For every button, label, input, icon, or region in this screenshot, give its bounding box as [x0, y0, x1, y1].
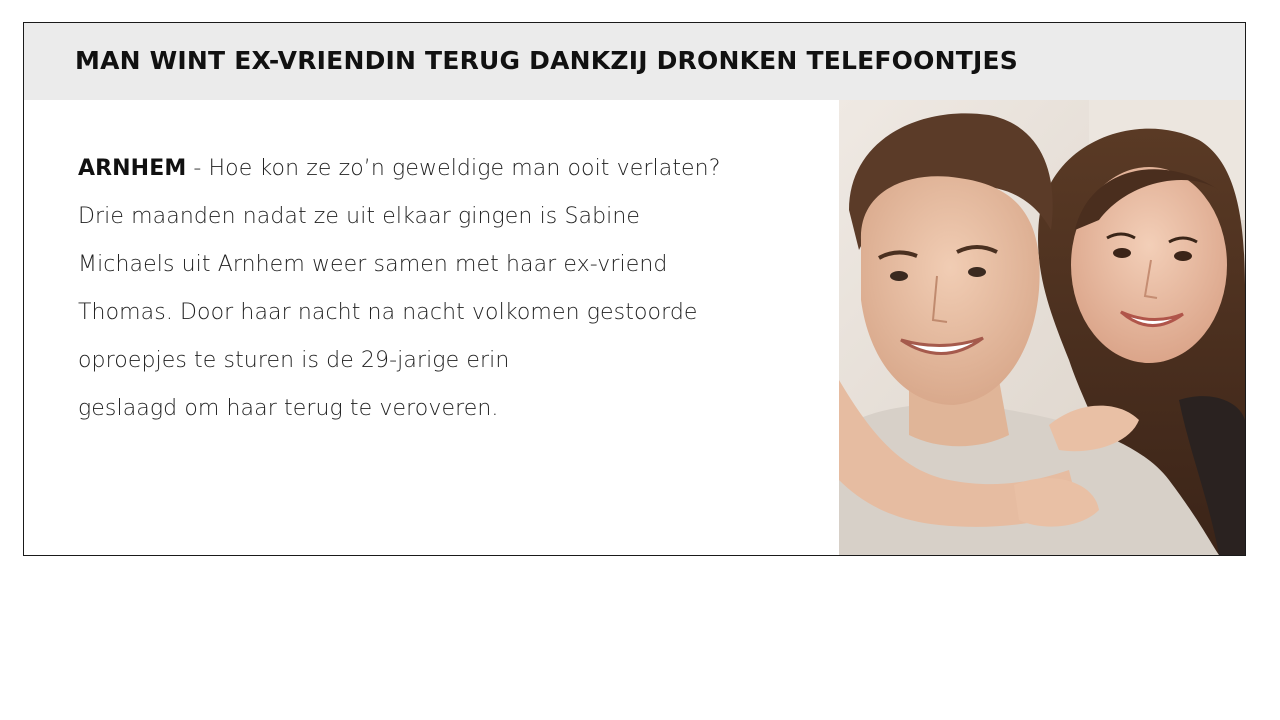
body-line-4: Thomas. Door haar nacht na nacht volkome…	[78, 300, 698, 325]
body-line-5: oproepjes te sturen is de 29-jarige erin	[78, 348, 510, 373]
headline: MAN WINT EX-VRIENDIN TERUG DANKZIJ DRONK…	[75, 46, 1018, 75]
couple-photo	[839, 100, 1245, 555]
body-line-6: geslaagd om haar terug te veroveren.	[78, 396, 499, 421]
body-line-3: Michaels uit Arnhem weer samen met haar …	[78, 252, 668, 277]
body-line-1-text: - Hoe kon ze zo’n geweldige man ooit ver…	[186, 156, 721, 181]
article-body: ARNHEM - Hoe kon ze zo’n geweldige man o…	[78, 145, 768, 433]
body-line-2: Drie maanden nadat ze uit elkaar gingen …	[78, 204, 641, 229]
dateline: ARNHEM	[78, 156, 187, 181]
article-card: MAN WINT EX-VRIENDIN TERUG DANKZIJ DRONK…	[23, 22, 1246, 556]
headline-bar: MAN WINT EX-VRIENDIN TERUG DANKZIJ DRONK…	[24, 23, 1245, 100]
body-line-1: ARNHEM - Hoe kon ze zo’n geweldige man o…	[78, 145, 768, 193]
